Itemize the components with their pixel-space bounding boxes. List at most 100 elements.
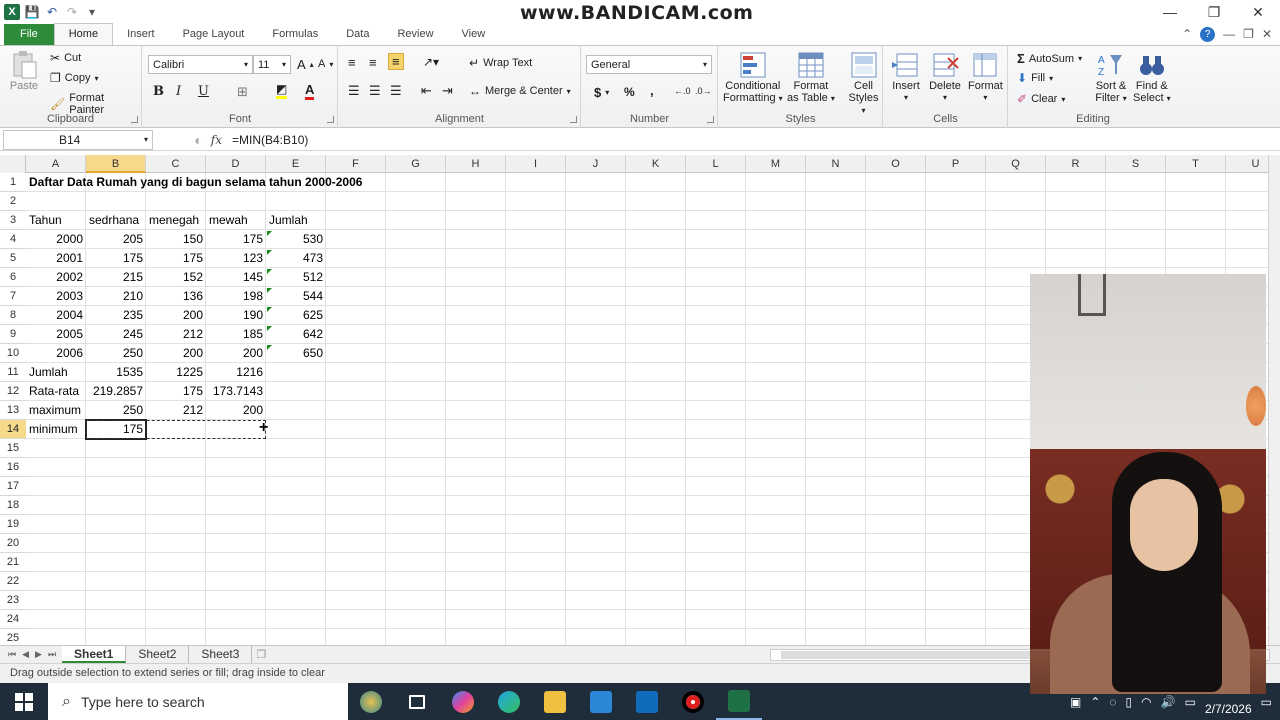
grow-font-button[interactable]: A ▴ [297,57,314,72]
column-header-n[interactable]: N [806,155,866,173]
row-header-5[interactable]: 5 [0,249,26,268]
prev-sheet-icon[interactable]: ◀ [22,649,29,660]
column-header-q[interactable]: Q [986,155,1046,173]
find-select-button[interactable]: Find & Select ▾ [1133,50,1171,105]
column-header-a[interactable]: A [26,155,86,173]
save-icon[interactable]: 💾 [24,4,40,20]
sheet-tab-sheet2[interactable]: Sheet2 [126,646,190,663]
workbook-close-icon[interactable]: ✕ [1262,27,1272,42]
align-bottom-icon[interactable]: ≡ [388,53,404,70]
data-cell[interactable]: 512 [266,268,326,287]
row-header-19[interactable]: 19 [0,515,26,534]
error-indicator-icon[interactable] [267,326,272,331]
row-header-3[interactable]: 3 [0,211,26,230]
column-header-g[interactable]: G [386,155,446,173]
data-cell[interactable]: 200 [146,344,206,363]
conditional-formatting-button[interactable]: Conditional Formatting ▾ [723,50,783,105]
clipboard-launcher-icon[interactable] [131,116,138,123]
wrap-text-button[interactable]: ↵ Wrap Text [469,56,532,70]
data-cell[interactable]: 136 [146,287,206,306]
header-cell[interactable]: menegah [146,211,206,230]
sheet-nav-buttons[interactable]: ⏮ ◀ ▶ ⏭ [0,649,62,660]
column-header-m[interactable]: M [746,155,806,173]
formula-input[interactable]: =MIN(B4:B10) [228,133,308,147]
data-cell[interactable]: 215 [86,268,146,287]
workbook-minimize-icon[interactable]: — [1223,27,1235,42]
file-explorer-icon[interactable] [532,683,578,720]
row-header-2[interactable]: 2 [0,192,26,211]
mask-widget-icon[interactable] [348,683,394,720]
header-cell[interactable]: sedrhana [86,211,146,230]
customize-qat-icon[interactable]: ▾ [84,4,100,20]
edge-icon[interactable] [486,683,532,720]
undo-icon[interactable]: ↶ [44,4,60,20]
row-header-12[interactable]: 12 [0,382,26,401]
column-header-u[interactable]: U [1226,155,1268,173]
summary-value-cell[interactable]: 200 [206,401,266,420]
row-header-24[interactable]: 24 [0,610,26,629]
data-cell[interactable]: 123 [206,249,266,268]
sort-filter-button[interactable]: AZ Sort & Filter ▾ [1095,50,1127,105]
percent-button[interactable]: % [624,85,635,99]
fill-color-button[interactable]: ◩ [276,82,288,99]
column-header-s[interactable]: S [1106,155,1166,173]
autosum-button[interactable]: Σ AutoSum ▾ [1017,51,1082,66]
data-cell[interactable]: 145 [206,268,266,287]
borders-icon[interactable]: ⊞ [237,84,248,100]
column-header-t[interactable]: T [1166,155,1226,173]
redo-icon[interactable]: ↷ [64,4,80,20]
paste-button[interactable]: Paste [8,50,40,92]
column-header-b[interactable]: B [86,155,146,173]
insert-sheet-icon[interactable]: ❐ [256,648,276,662]
tray-app-icon[interactable]: ▣ [1070,695,1081,709]
data-cell[interactable]: 2000 [26,230,86,249]
data-cell[interactable]: 150 [146,230,206,249]
help-icon[interactable]: ? [1200,27,1216,42]
sheet-tab-sheet1[interactable]: Sheet1 [62,646,127,663]
merge-center-button[interactable]: ↔ Merge & Center ▾ [469,84,571,98]
row-header-8[interactable]: 8 [0,306,26,325]
row-header-21[interactable]: 21 [0,553,26,572]
column-header-i[interactable]: I [506,155,566,173]
orientation-icon[interactable]: ↗▾ [423,55,439,69]
align-right-icon[interactable]: ☰ [390,83,402,99]
row-header-22[interactable]: 22 [0,572,26,591]
minimize-icon[interactable]: — [1148,0,1192,24]
column-header-r[interactable]: R [1046,155,1106,173]
data-cell[interactable]: 2001 [26,249,86,268]
store-icon[interactable] [578,683,624,720]
summary-value-cell[interactable]: 1216 [206,363,266,382]
select-all-corner[interactable] [0,155,26,173]
data-cell[interactable]: 175 [206,230,266,249]
summary-value-cell[interactable]: 219.2857 [86,382,146,401]
tab-file[interactable]: File [4,24,54,45]
row-header-17[interactable]: 17 [0,477,26,496]
currency-button[interactable]: $ ▾ [594,85,609,100]
column-header-h[interactable]: H [446,155,506,173]
fill-button[interactable]: ⬇ Fill ▾ [1017,71,1053,85]
data-cell[interactable]: 175 [146,249,206,268]
summary-label-cell[interactable]: maximum [26,401,86,420]
column-header-p[interactable]: P [926,155,986,173]
data-cell[interactable]: 235 [86,306,146,325]
row-header-16[interactable]: 16 [0,458,26,477]
tab-page-layout[interactable]: Page Layout [169,24,259,45]
data-cell[interactable]: 185 [206,325,266,344]
column-header-f[interactable]: F [326,155,386,173]
summary-value-cell[interactable]: 175 [146,382,206,401]
data-cell[interactable]: 625 [266,306,326,325]
sheet-title-cell[interactable]: Daftar Data Rumah yang di bagun selama t… [26,173,362,192]
data-cell[interactable]: 200 [206,344,266,363]
data-cell[interactable]: 2004 [26,306,86,325]
row-header-4[interactable]: 4 [0,230,26,249]
data-cell[interactable]: 2006 [26,344,86,363]
summary-label-cell[interactable]: Jumlah [26,363,86,382]
data-cell[interactable]: 650 [266,344,326,363]
align-left-icon[interactable]: ☰ [348,83,360,99]
row-header-7[interactable]: 7 [0,287,26,306]
column-header-e[interactable]: E [266,155,326,173]
data-cell[interactable]: 212 [146,325,206,344]
data-cell[interactable]: 175 [86,249,146,268]
row-header-1[interactable]: 1 [0,173,26,192]
outlook-icon[interactable] [624,683,670,720]
